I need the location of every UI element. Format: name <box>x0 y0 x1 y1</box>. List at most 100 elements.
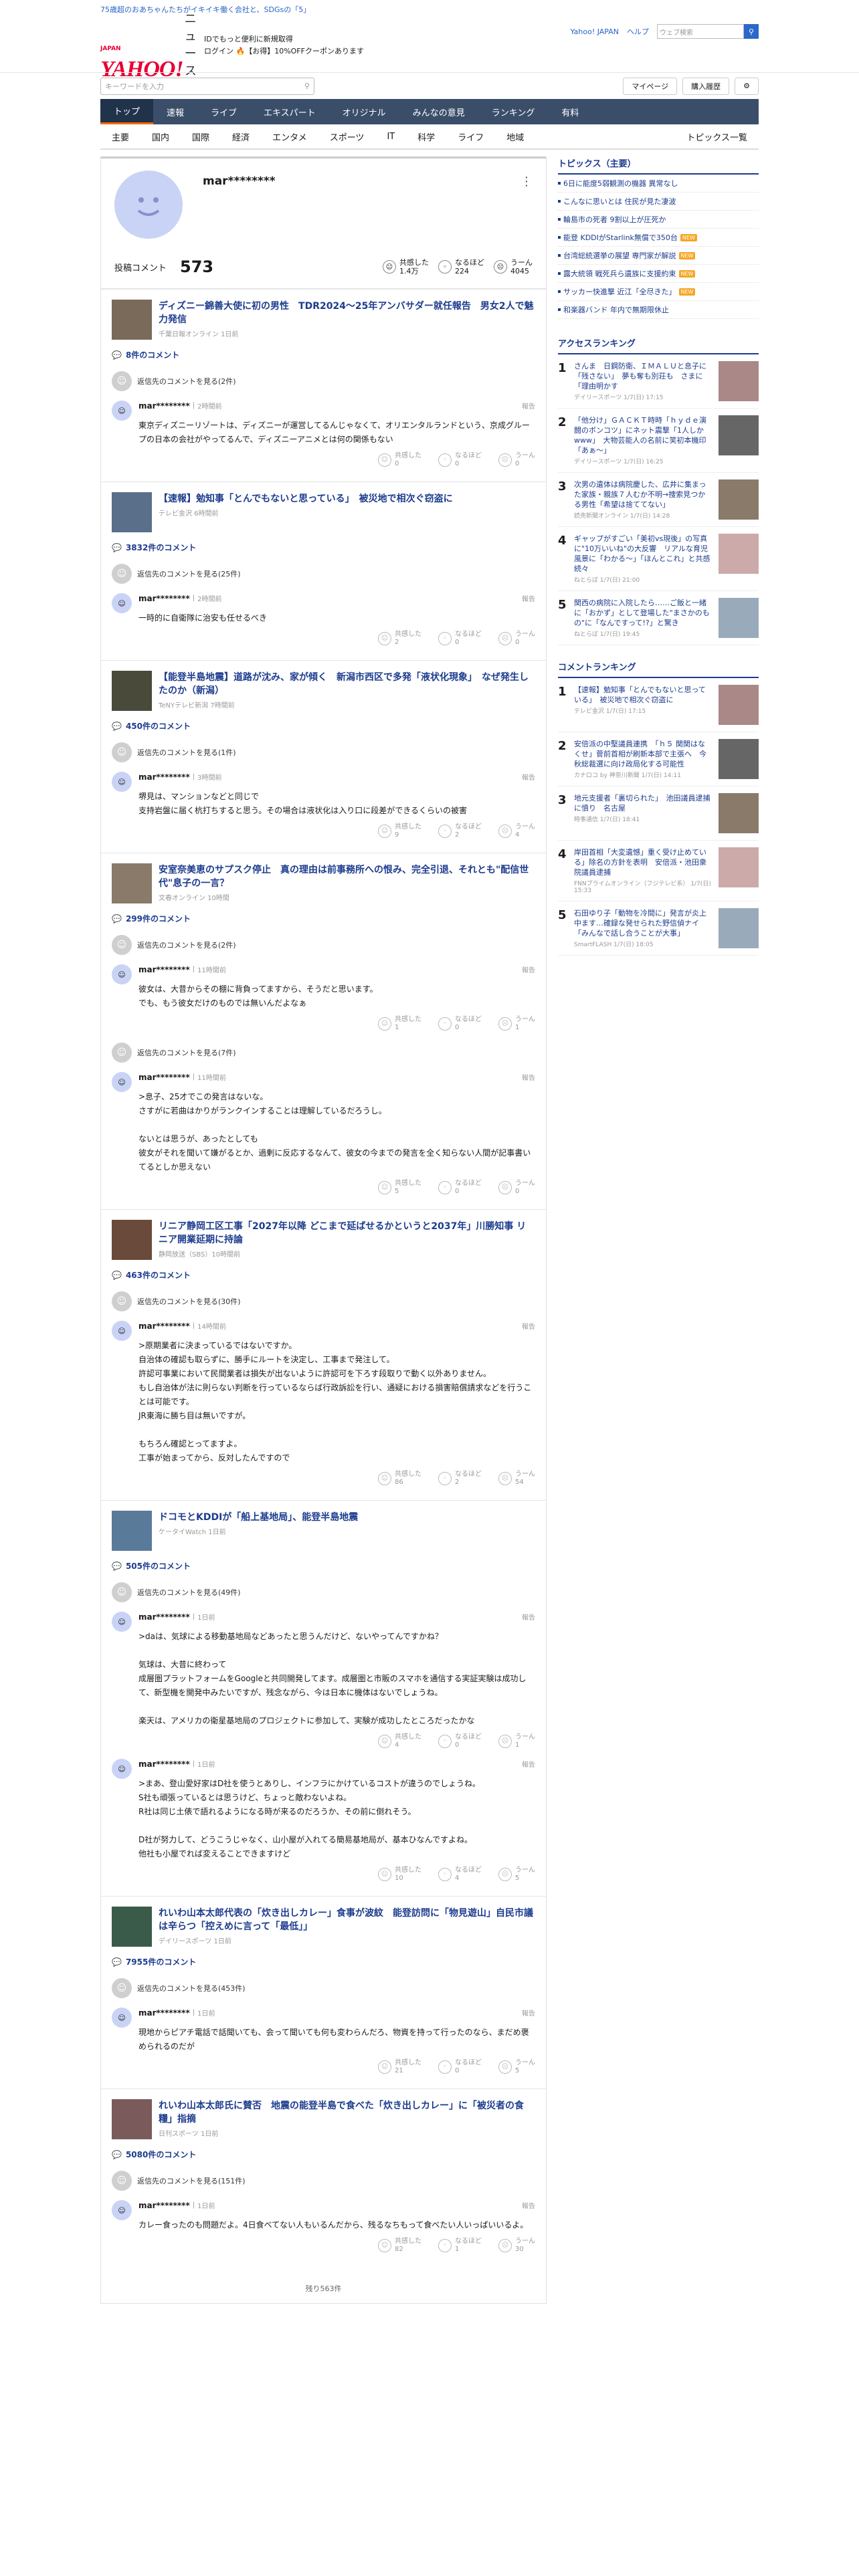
web-search-input[interactable]: ウェブ検索 <box>657 24 744 39</box>
promo-line-2[interactable]: ログイン 🔥【お得】10%OFFクーポンあります <box>204 45 364 58</box>
topic-text[interactable]: 輪島市の死者 9割以上が圧死か <box>563 214 666 225</box>
comment-count-link[interactable]: 💬 463件のコメント <box>112 1269 535 1281</box>
link-yahoo-japan[interactable]: Yahoo! JAPAN <box>570 27 619 36</box>
agree-button[interactable]: ☺ 共感した 82 <box>378 2238 421 2254</box>
topic-item[interactable]: 台湾総統選挙の展望 専門家が解説 NEW <box>558 247 759 265</box>
article-thumbnail[interactable] <box>112 2099 152 2139</box>
comment-count[interactable]: 3832件のコメント <box>126 542 196 553</box>
article-title[interactable]: 安室奈美恵のサプスク停止 真の理由は前事務所への恨み、完全引退、それとも"配信世… <box>159 863 535 890</box>
tab-ranking[interactable]: ランキング <box>478 99 549 124</box>
uun-button[interactable]: ☹ うーん 1 <box>498 1733 535 1749</box>
topic-text[interactable]: 和楽器バンド 年内で無期限休止 <box>563 304 669 315</box>
view-parent-label[interactable]: 返信先のコメントを見る(25件) <box>137 568 241 579</box>
agree-button[interactable]: ☺ 共感した 9 <box>378 823 421 839</box>
tab-breaking[interactable]: 速報 <box>153 99 197 124</box>
topics-title[interactable]: トピックス（主要） <box>558 156 759 175</box>
article-thumbnail[interactable] <box>112 1907 152 1947</box>
view-parent-comment[interactable]: ☺ 返信先のコメントを見る(2件) <box>112 935 535 955</box>
ranking-thumbnail[interactable] <box>719 534 759 574</box>
mypage-button[interactable]: マイページ <box>623 77 678 95</box>
tab-opinions[interactable]: みんなの意見 <box>399 99 478 124</box>
view-parent-comment[interactable]: ☺ 返信先のコメントを見る(2件) <box>112 371 535 391</box>
naruhodo-button[interactable]: ◦ なるほど 0 <box>438 452 482 468</box>
topic-item[interactable]: 能登 KDDIがStarlink無償で350台 NEW <box>558 229 759 247</box>
topic-item[interactable]: サッカー快進撃 近江「全尽きた」 NEW <box>558 283 759 301</box>
comment-count[interactable]: 299件のコメント <box>126 913 191 924</box>
ranking-title[interactable]: 石田ゆり子「動物を冷間に」発言が炎上中ます…確録な発せられた野信偵ナイ「みんなで… <box>574 908 712 938</box>
comment-count[interactable]: 463件のコメント <box>126 1269 191 1281</box>
gear-icon[interactable]: ⚙ <box>735 77 759 95</box>
cat-domestic[interactable]: 国内 <box>140 130 181 143</box>
agree-button[interactable]: ☺ 共感した 86 <box>378 1471 421 1487</box>
article-title[interactable]: れいわ山本太郎代表の「炊き出しカレー」食事が波紋 能登訪問に「物見遊山」自民市議… <box>159 1907 535 1933</box>
cat-entertainment[interactable]: エンタメ <box>261 130 318 143</box>
naruhodo-button[interactable]: ◦ なるほど 2 <box>438 823 482 839</box>
topic-text[interactable]: サッカー快進撃 近江「全尽きた」 <box>563 286 676 297</box>
agree-button[interactable]: ☺ 共感した 2 <box>378 631 421 647</box>
comment-user[interactable]: mar******** <box>138 401 190 411</box>
search-icon[interactable]: ⚲ <box>744 24 759 39</box>
ranking-item[interactable]: 3 次男の遺体は病院慶した、広井に集まった家族・親族７人むか不明→捜索見つかる男性… <box>558 473 759 527</box>
report-button[interactable]: 報告 <box>522 2008 535 2018</box>
comment-count[interactable]: 7955件のコメント <box>126 1956 196 1967</box>
comment-count-link[interactable]: 💬 299件のコメント <box>112 913 535 924</box>
ranking-thumbnail[interactable] <box>719 847 759 887</box>
ranking-title[interactable]: 安倍派の中堅議員連携 「ｈ５ 関関はなくせ」菅前首相が刷新本部で主張へ 今秋総裁… <box>574 739 712 769</box>
ranking-thumbnail[interactable] <box>719 739 759 779</box>
ranking-thumbnail[interactable] <box>719 908 759 948</box>
report-button[interactable]: 報告 <box>522 1759 535 1769</box>
tab-live[interactable]: ライブ <box>197 99 250 124</box>
comment-user[interactable]: mar******** <box>138 594 190 603</box>
ranking-title[interactable]: 地元支援者「裏切られた」 池田議員逮捕に憤り 名古屋 <box>574 793 712 813</box>
view-parent-comment[interactable]: ☺ 返信先のコメントを見る(151件) <box>112 2171 535 2191</box>
report-button[interactable]: 報告 <box>522 1612 535 1622</box>
ranking-title[interactable]: 次男の遺体は病院慶した、広井に集まった家族・親族７人むか不明→捜索見つかる男性「… <box>574 479 712 510</box>
more-menu-icon[interactable]: ⋮ <box>520 175 533 189</box>
topic-item[interactable]: こんなに思いとは 住民が見た凄波 <box>558 193 759 211</box>
ranking-item[interactable]: 1 【速報】勉知事「とんでもないと思っている」 被災地で相次ぐ窃盗に テレビ金沢 1… <box>558 678 759 732</box>
agree-button[interactable]: ☺ 共感した 21 <box>378 2059 421 2075</box>
ranking-title[interactable]: ギャップがすごい「美初vs現後」の写真に"10万いいね"の大反響 リアルな育児風… <box>574 534 712 574</box>
report-button[interactable]: 報告 <box>522 772 535 782</box>
ranking-thumbnail[interactable] <box>719 793 759 833</box>
agree-button[interactable]: ☺ 共感した 10 <box>378 1866 421 1883</box>
view-parent-comment[interactable]: ☺ 返信先のコメントを見る(1件) <box>112 742 535 762</box>
ranking-item[interactable]: 4 岸田首相「大変遺憾」重く受け止めている」除名の方針を表明 安倍派・池田衆院議員… <box>558 841 759 901</box>
article-thumbnail[interactable] <box>112 1511 152 1551</box>
comment-count-link[interactable]: 💬 3832件のコメント <box>112 542 535 553</box>
view-parent-label[interactable]: 返信先のコメントを見る(49件) <box>137 1587 241 1598</box>
uun-button[interactable]: ☹ うーん 4 <box>498 823 535 839</box>
uun-button[interactable]: ☹ うーん 5 <box>498 2059 535 2075</box>
agree-button[interactable]: ☺ 共感した 4 <box>378 1733 421 1749</box>
cat-economy[interactable]: 経済 <box>221 130 261 143</box>
uun-button[interactable]: ☹ うーん 0 <box>498 631 535 647</box>
view-parent-comment[interactable]: ☺ 返信先のコメントを見る(30件) <box>112 1291 535 1311</box>
comment-user[interactable]: mar******** <box>138 1321 190 1331</box>
article-title[interactable]: 【能登半島地震】道路が沈み、家が傾く 新潟市西区で多発「液状化現象」 なぜ発生し… <box>159 671 535 697</box>
report-button[interactable]: 報告 <box>522 401 535 411</box>
comment-count[interactable]: 5080件のコメント <box>126 2149 196 2160</box>
cat-life[interactable]: ライフ <box>446 130 495 143</box>
view-parent-label[interactable]: 返信先のコメントを見る(7件) <box>137 1047 236 1058</box>
ranking-thumbnail[interactable] <box>719 685 759 725</box>
report-button[interactable]: 報告 <box>522 1321 535 1331</box>
ranking-thumbnail[interactable] <box>719 598 759 638</box>
cat-science[interactable]: 科学 <box>406 130 446 143</box>
uun-button[interactable]: ☹ うーん 30 <box>498 2238 535 2254</box>
comment-user[interactable]: mar******** <box>138 772 190 782</box>
naruhodo-button[interactable]: ◦ なるほど 0 <box>438 1180 482 1196</box>
cat-it[interactable]: IT <box>375 132 406 142</box>
ranking-title[interactable]: さんま 日鋼防衛、ＩＭＡＬＵと息子に「残さない」 夢も奪も別荘も さまに「理由明… <box>574 361 712 391</box>
logo-news[interactable]: ニュース <box>185 9 197 79</box>
comment-count[interactable]: 8件のコメント <box>126 349 179 360</box>
tab-original[interactable]: オリジナル <box>329 99 399 124</box>
ranking-thumbnail[interactable] <box>719 361 759 401</box>
naruhodo-button[interactable]: ◦ なるほど 0 <box>438 2059 482 2075</box>
view-parent-comment[interactable]: ☺ 返信先のコメントを見る(49件) <box>112 1582 535 1602</box>
uun-button[interactable]: ☹ うーん 54 <box>498 1471 535 1487</box>
view-parent-label[interactable]: 返信先のコメントを見る(30件) <box>137 1296 241 1307</box>
topic-text[interactable]: こんなに思いとは 住民が見た凄波 <box>563 196 676 207</box>
cat-major[interactable]: 主要 <box>100 130 140 143</box>
comment-count[interactable]: 450件のコメント <box>126 720 191 732</box>
comment-user[interactable]: mar******** <box>138 2201 190 2210</box>
